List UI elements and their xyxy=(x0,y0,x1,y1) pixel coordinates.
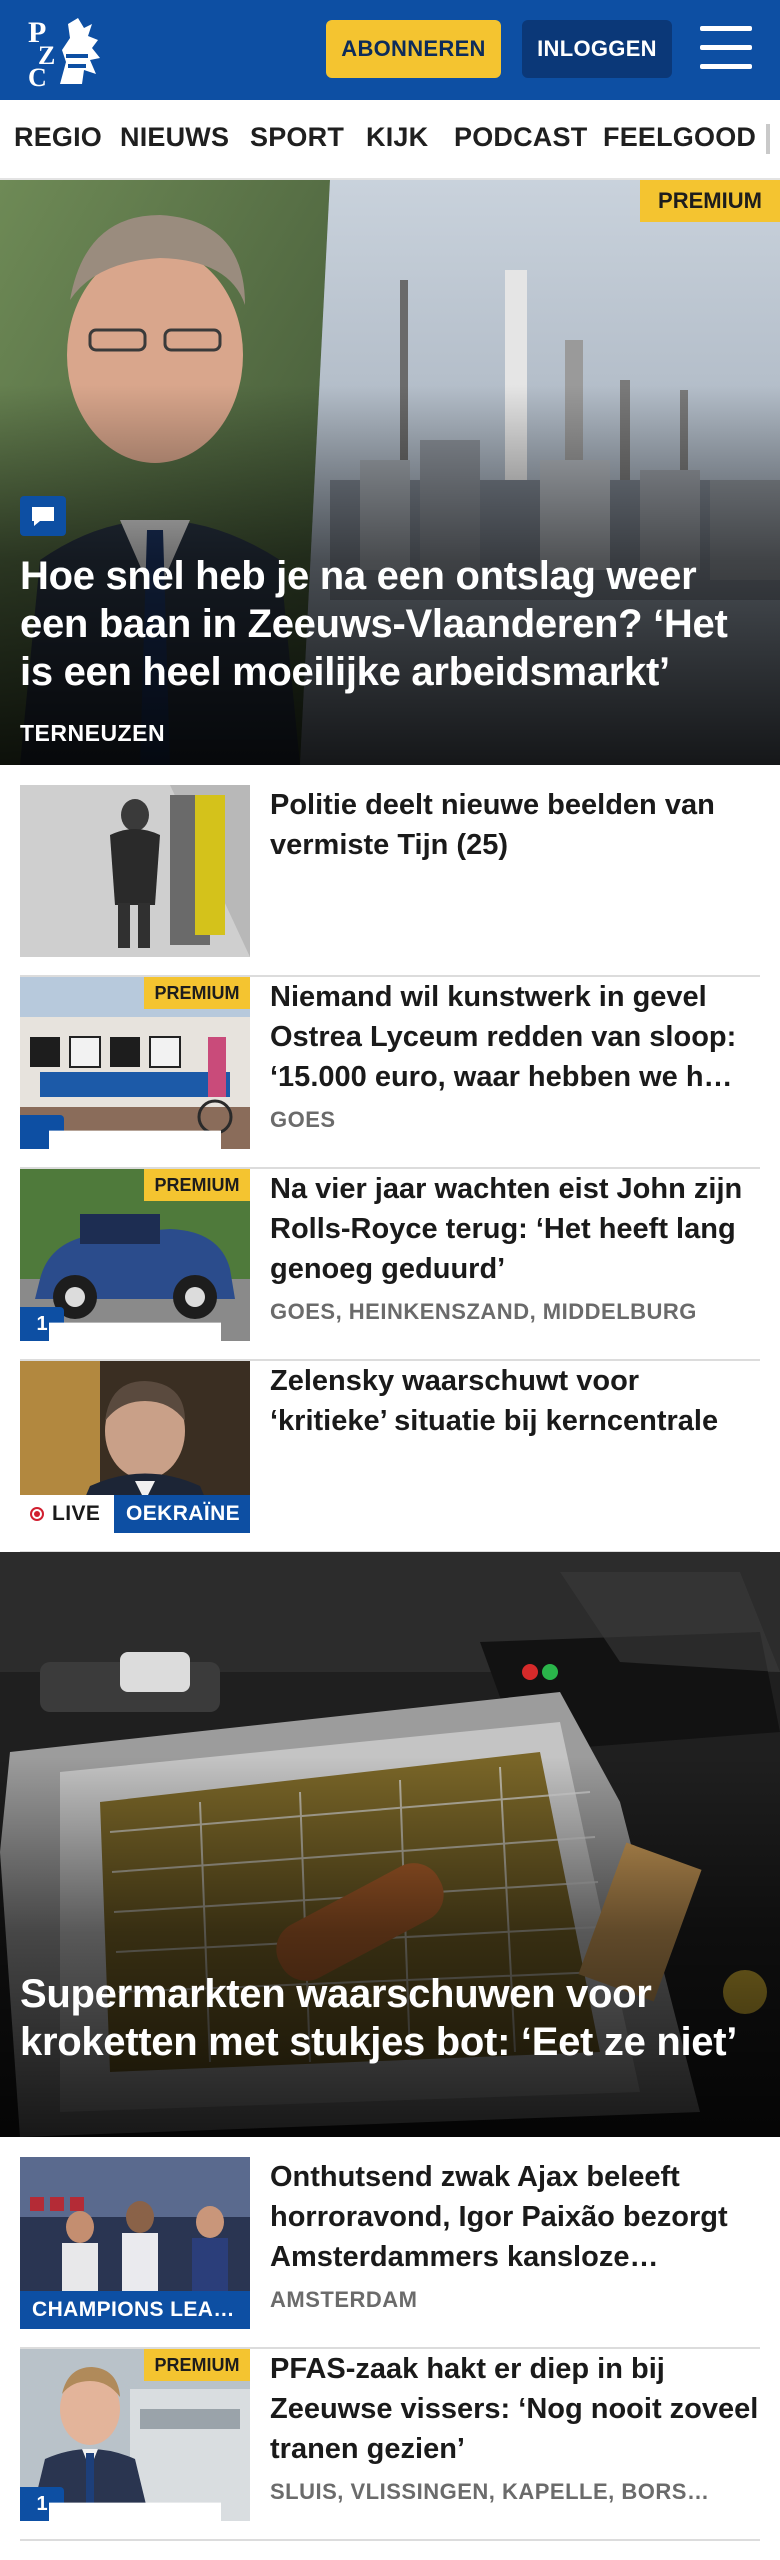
article-item[interactable]: LIVE OEKRAÏNE Zelensky waarschuwt voor ‘… xyxy=(20,1361,760,1553)
live-dot-icon xyxy=(30,1507,44,1521)
article-thumbnail: LIVE OEKRAÏNE xyxy=(20,1361,250,1533)
pzc-logo-mark: P Z C xyxy=(28,16,100,88)
article-headline[interactable]: PFAS-zaak hakt er diep in bij Zeeuwse vi… xyxy=(270,2349,760,2469)
hero-article[interactable]: Supermarkten waarschuwen voor kroketten … xyxy=(0,1552,780,2137)
article-item[interactable]: CHAMPIONS LEA… Onthutsend zwak Ajax bele… xyxy=(20,2157,760,2349)
category-badge[interactable]: CHAMPIONS LEA… xyxy=(20,2291,250,2329)
nav-item-regio[interactable]: REGIO xyxy=(14,122,102,153)
top-bar: P Z C ABONNEREN INLOGGEN xyxy=(0,0,780,100)
hero-headline[interactable]: Supermarkten waarschuwen voor kroketten … xyxy=(20,1970,760,2066)
comment-count-badge: 1 xyxy=(20,2487,221,2521)
article-location: GOES xyxy=(270,1107,336,1132)
article-thumbnail: PREMIUM 1 xyxy=(20,2349,250,2521)
subscribe-button[interactable]: ABONNEREN xyxy=(326,20,501,78)
nav-item-feelgood[interactable]: FEELGOOD xyxy=(603,122,756,153)
menu-line xyxy=(700,45,752,50)
comment-icon xyxy=(20,496,66,536)
article-location: GOES, HEINKENSZAND, MIDDELBURG xyxy=(270,1299,697,1324)
premium-badge: PREMIUM xyxy=(144,2349,250,2381)
pzc-logo[interactable]: P Z C xyxy=(26,14,112,88)
menu-line xyxy=(700,64,752,69)
nav-item-podcast[interactable]: PODCAST xyxy=(454,122,587,153)
hero-location: TERNEUZEN xyxy=(20,720,166,746)
article-headline[interactable]: Onthutsend zwak Ajax beleeft horroravond… xyxy=(270,2157,760,2277)
article-item[interactable]: PREMIUM 1 PFAS-zaak hakt er diep in bij … xyxy=(20,2349,760,2541)
article-item[interactable]: PREMIUM Niemand wil kunstwerk in gevel O… xyxy=(20,977,760,1169)
nav-item-kijk[interactable]: KIJK xyxy=(366,122,428,153)
article-thumbnail xyxy=(20,785,250,957)
nav-item-sport[interactable]: SPORT xyxy=(250,122,344,153)
comment-icon xyxy=(20,1115,221,1149)
comment-icon xyxy=(49,2502,221,2521)
article-headline[interactable]: Na vier jaar wachten eist John zijn Roll… xyxy=(270,1169,760,1289)
nav-item-nieuws[interactable]: NIEUWS xyxy=(120,122,229,153)
comment-icon xyxy=(49,1322,221,1341)
premium-badge: PREMIUM xyxy=(144,1169,250,1201)
article-headline[interactable]: Niemand wil kunstwerk in gevel Ostrea Ly… xyxy=(270,977,760,1097)
category-badge[interactable]: OEKRAÏNE xyxy=(114,1495,250,1533)
article-headline[interactable]: Politie deelt nieuwe beelden van vermist… xyxy=(270,785,760,865)
live-badge: LIVE xyxy=(20,1495,114,1533)
login-button[interactable]: INLOGGEN xyxy=(522,20,672,78)
menu-line xyxy=(700,26,752,31)
hamburger-menu-icon[interactable] xyxy=(700,26,752,70)
hero-headline[interactable]: Hoe snel heb je na een ontslag weer een … xyxy=(20,552,760,696)
article-location: AMSTERDAM xyxy=(270,2287,418,2312)
hero-article[interactable]: PREMIUM Hoe snel heb je na een ontslag w… xyxy=(0,180,780,765)
live-label: LIVE xyxy=(52,1502,101,1525)
nav-overflow-indicator xyxy=(766,124,770,154)
article-location: SLUIS, VLISSINGEN, KAPELLE, BORS… xyxy=(270,2479,710,2504)
premium-badge: PREMIUM xyxy=(640,180,780,222)
article-thumbnail: PREMIUM xyxy=(20,977,250,1149)
article-item[interactable]: PREMIUM 1 Na vier jaar wachten eist John… xyxy=(20,1169,760,1361)
section-nav: REGIO NIEUWS SPORT KIJK PODCAST FEELGOOD xyxy=(0,100,780,180)
article-item[interactable]: Politie deelt nieuwe beelden van vermist… xyxy=(20,785,760,977)
svg-text:C: C xyxy=(28,63,47,88)
article-headline[interactable]: Zelensky waarschuwt voor ‘kritieke’ situ… xyxy=(270,1361,760,1441)
article-thumbnail: PREMIUM 1 xyxy=(20,1169,250,1341)
comment-count-badge: 1 xyxy=(20,1307,221,1341)
premium-badge: PREMIUM xyxy=(144,977,250,1009)
article-thumbnail: CHAMPIONS LEA… xyxy=(20,2157,250,2329)
